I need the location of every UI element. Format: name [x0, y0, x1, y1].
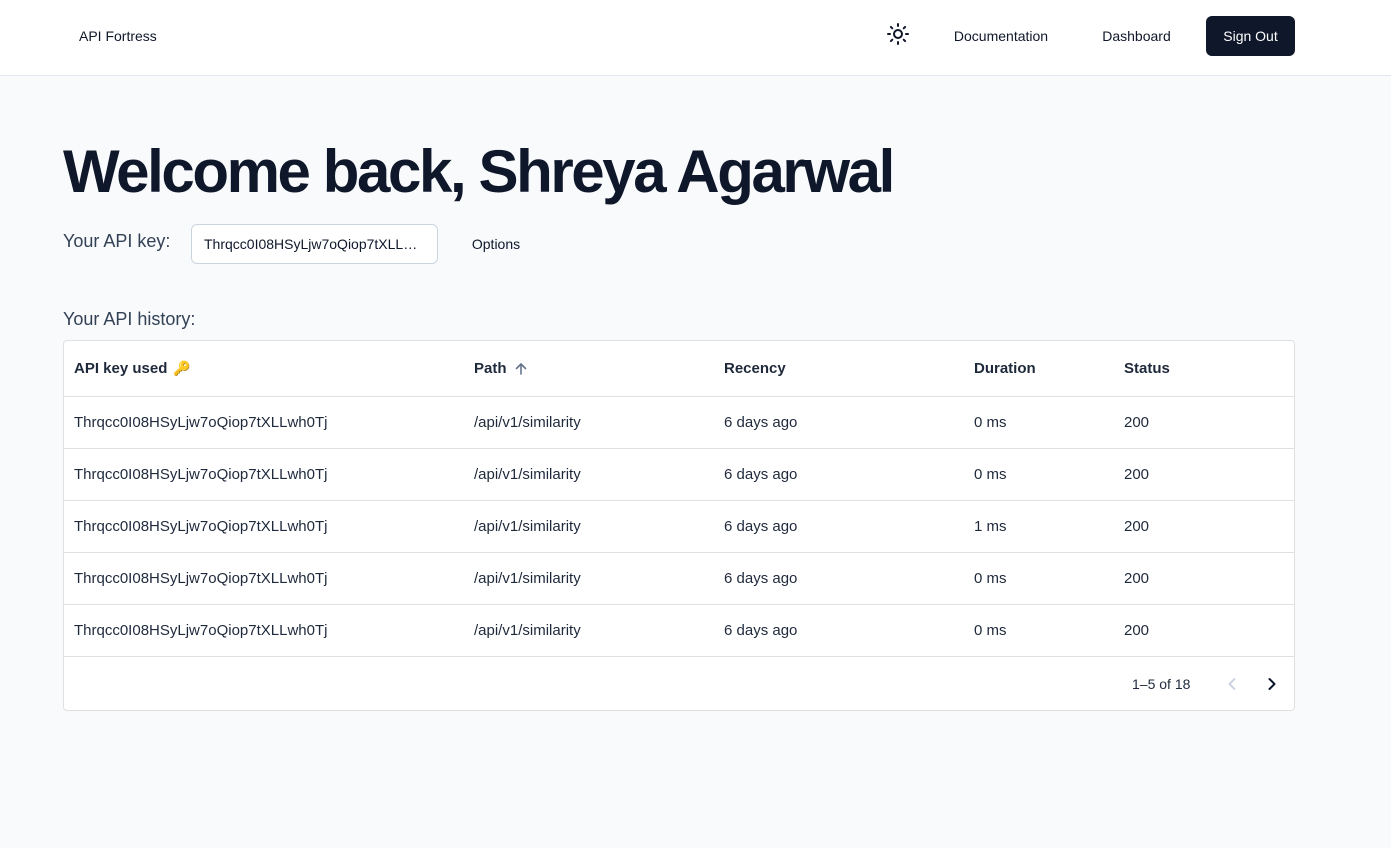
- cell-api-key: Thrqcc0I08HSyLjw7oQiop7tXLLwh0Tj: [74, 518, 328, 535]
- cell-api-key: Thrqcc0I08HSyLjw7oQiop7tXLLwh0Tj: [74, 466, 328, 483]
- table-row[interactable]: Thrqcc0I08HSyLjw7oQiop7tXLLwh0Tj /api/v1…: [64, 449, 1294, 501]
- dashboard-link[interactable]: Dashboard: [1088, 16, 1185, 56]
- key-icon: 🔑: [173, 360, 191, 376]
- cell-path: /api/v1/similarity: [474, 570, 581, 587]
- cell-status: 200: [1124, 622, 1150, 639]
- cell-path: /api/v1/similarity: [474, 466, 581, 483]
- navbar: API Fortress Documentation Dashboard Sig…: [0, 0, 1391, 76]
- cell-api-key: Thrqcc0I08HSyLjw7oQiop7tXLLwh0Tj: [74, 570, 328, 587]
- table-header-row: API key used 🔑 Path Recency Duration Sta…: [64, 341, 1294, 397]
- column-header-duration[interactable]: Duration: [964, 341, 1114, 396]
- cell-path: /api/v1/similarity: [474, 414, 581, 431]
- column-header-label: API key used: [74, 360, 168, 377]
- cell-duration: 0 ms: [974, 622, 1007, 639]
- previous-page-button[interactable]: [1216, 668, 1248, 700]
- api-history-label: Your API history:: [63, 309, 196, 329]
- column-header-path[interactable]: Path: [464, 341, 714, 396]
- pagination-count: 1–5 of 18: [1132, 676, 1191, 692]
- cell-status: 200: [1124, 570, 1150, 587]
- options-button[interactable]: Options: [458, 224, 534, 264]
- cell-duration: 1 ms: [974, 518, 1007, 535]
- cell-api-key: Thrqcc0I08HSyLjw7oQiop7tXLLwh0Tj: [74, 622, 328, 639]
- cell-recency: 6 days ago: [724, 622, 798, 639]
- sign-out-button[interactable]: Sign Out: [1206, 16, 1295, 56]
- column-header-label: Recency: [724, 360, 786, 377]
- cell-status: 200: [1124, 518, 1150, 535]
- api-history-table: API key used 🔑 Path Recency Duration Sta…: [63, 340, 1295, 711]
- brand-link[interactable]: API Fortress: [79, 26, 157, 46]
- api-key-field[interactable]: Thrqcc0I08HSyLjw7oQiop7tXLLwh0Tj: [191, 224, 438, 264]
- api-key-label: Your API key:: [63, 231, 171, 251]
- next-page-button[interactable]: [1256, 668, 1288, 700]
- cell-recency: 6 days ago: [724, 570, 798, 587]
- cell-recency: 6 days ago: [724, 466, 798, 483]
- column-header-api-key[interactable]: API key used 🔑: [64, 341, 464, 396]
- cell-duration: 0 ms: [974, 570, 1007, 587]
- column-header-recency[interactable]: Recency: [714, 341, 964, 396]
- chevron-left-icon: [1228, 678, 1236, 690]
- table-row[interactable]: Thrqcc0I08HSyLjw7oQiop7tXLLwh0Tj /api/v1…: [64, 501, 1294, 553]
- documentation-link[interactable]: Documentation: [938, 16, 1064, 56]
- table-row[interactable]: Thrqcc0I08HSyLjw7oQiop7tXLLwh0Tj /api/v1…: [64, 553, 1294, 605]
- cell-api-key: Thrqcc0I08HSyLjw7oQiop7tXLLwh0Tj: [74, 414, 328, 431]
- table-row[interactable]: Thrqcc0I08HSyLjw7oQiop7tXLLwh0Tj /api/v1…: [64, 397, 1294, 449]
- column-header-status[interactable]: Status: [1114, 341, 1294, 396]
- cell-status: 200: [1124, 466, 1150, 483]
- cell-path: /api/v1/similarity: [474, 622, 581, 639]
- cell-duration: 0 ms: [974, 466, 1007, 483]
- page-title: Welcome back, Shreya Agarwal: [63, 138, 895, 205]
- column-header-label: Duration: [974, 360, 1036, 377]
- column-header-label: Path: [474, 360, 507, 377]
- cell-recency: 6 days ago: [724, 518, 798, 535]
- column-header-label: Status: [1124, 360, 1170, 377]
- cell-path: /api/v1/similarity: [474, 518, 581, 535]
- sort-arrow-up-icon[interactable]: [513, 361, 529, 377]
- cell-recency: 6 days ago: [724, 414, 798, 431]
- cell-duration: 0 ms: [974, 414, 1007, 431]
- cell-status: 200: [1124, 414, 1150, 431]
- table-footer: 1–5 of 18: [64, 658, 1294, 710]
- chevron-right-icon: [1268, 678, 1276, 690]
- table-row[interactable]: Thrqcc0I08HSyLjw7oQiop7tXLLwh0Tj /api/v1…: [64, 605, 1294, 657]
- sun-icon: [887, 23, 909, 45]
- theme-toggle-button[interactable]: [878, 16, 918, 52]
